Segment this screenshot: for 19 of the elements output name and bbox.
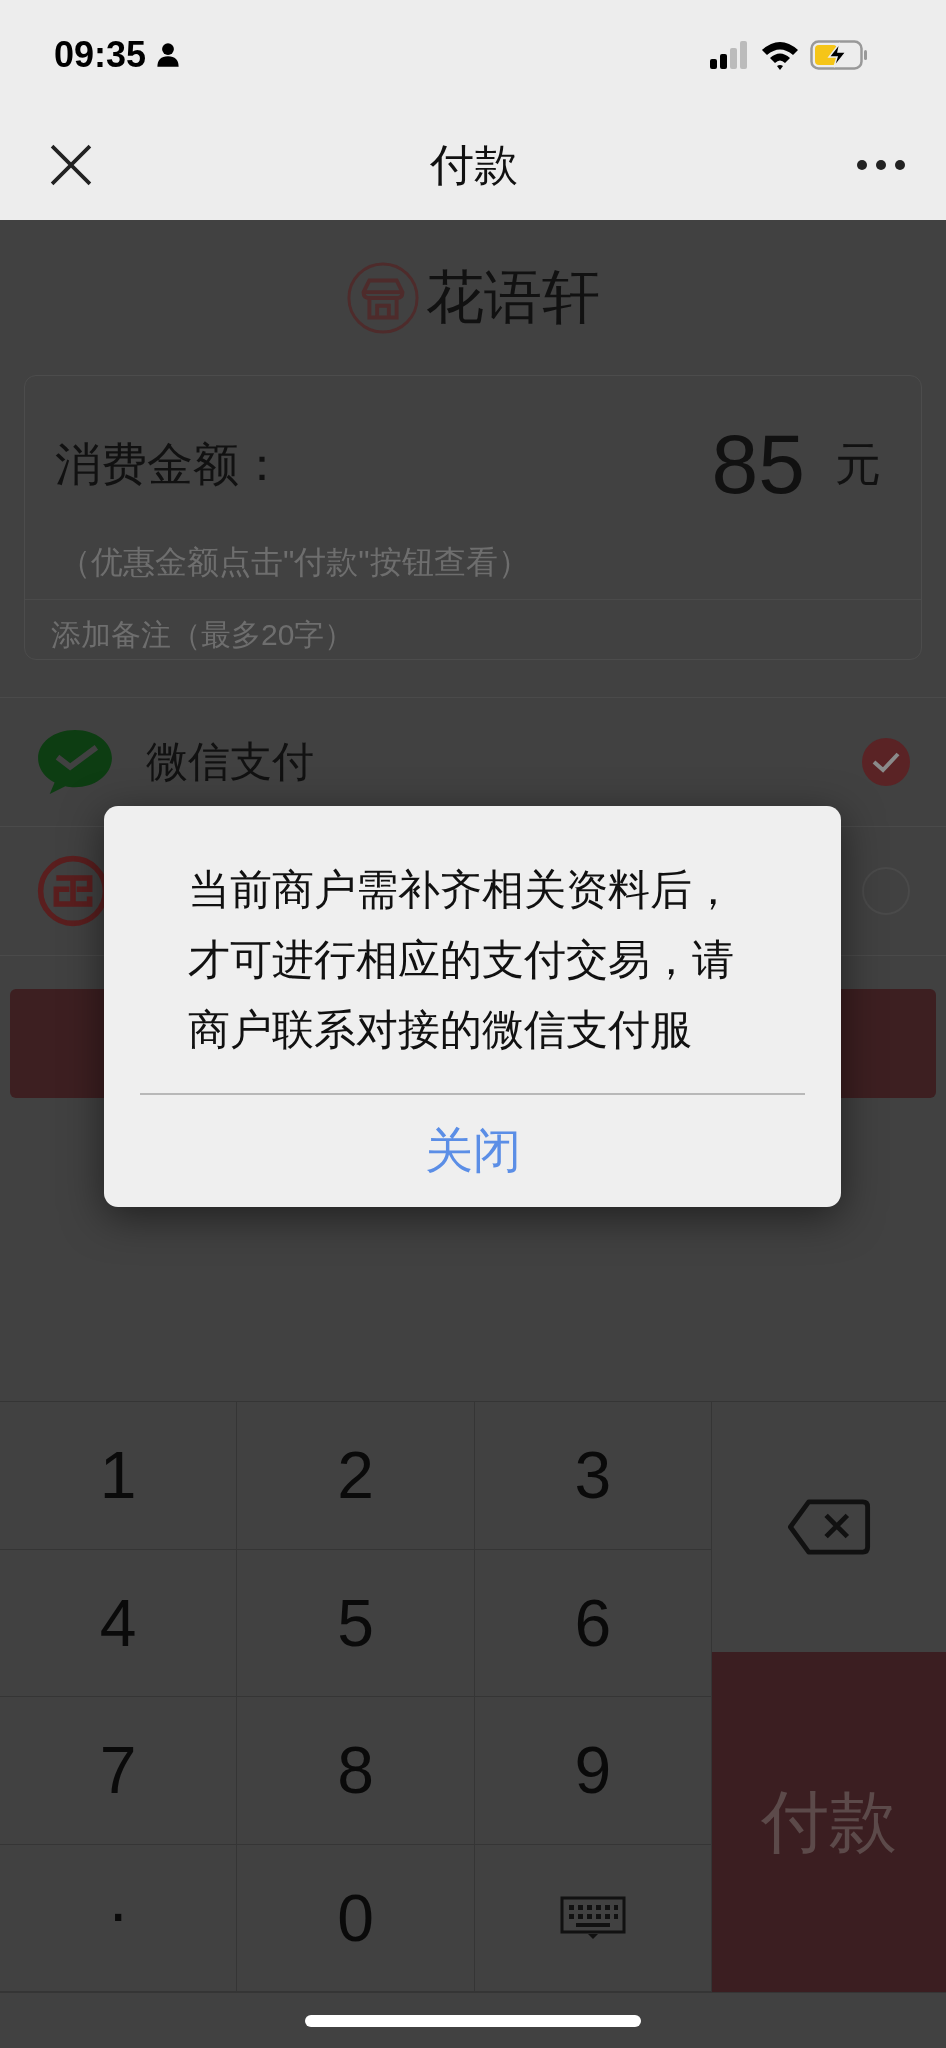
keypad-key[interactable]: 3 [474,1402,712,1550]
battery-charging-icon [810,40,868,70]
keypad-key[interactable]: 0 [237,1844,475,1992]
chat-bubble-check-icon [36,728,114,796]
wifi-icon [760,40,800,70]
keypad-key[interactable]: 2 [237,1402,475,1550]
keypad-key[interactable]: 8 [237,1697,475,1845]
keypad-key[interactable]: . [0,1844,238,1992]
signal-icon [710,41,750,69]
more-icon[interactable] [856,159,906,171]
person-icon [156,42,181,68]
page-title: 付款 [430,138,518,191]
checked-icon[interactable] [862,738,910,786]
keypad-key[interactable]: 4 [0,1549,238,1697]
status-time: 09:35 [54,34,147,76]
close-button[interactable]: 关闭 [404,1095,541,1207]
keypad-key[interactable]: 5 [237,1549,475,1697]
close-icon[interactable] [50,144,92,186]
dialog-message: 当前商户需补齐相关资料后，才可进行相应的支付交易，请商户联系对接的微信支付服 [186,865,735,1051]
